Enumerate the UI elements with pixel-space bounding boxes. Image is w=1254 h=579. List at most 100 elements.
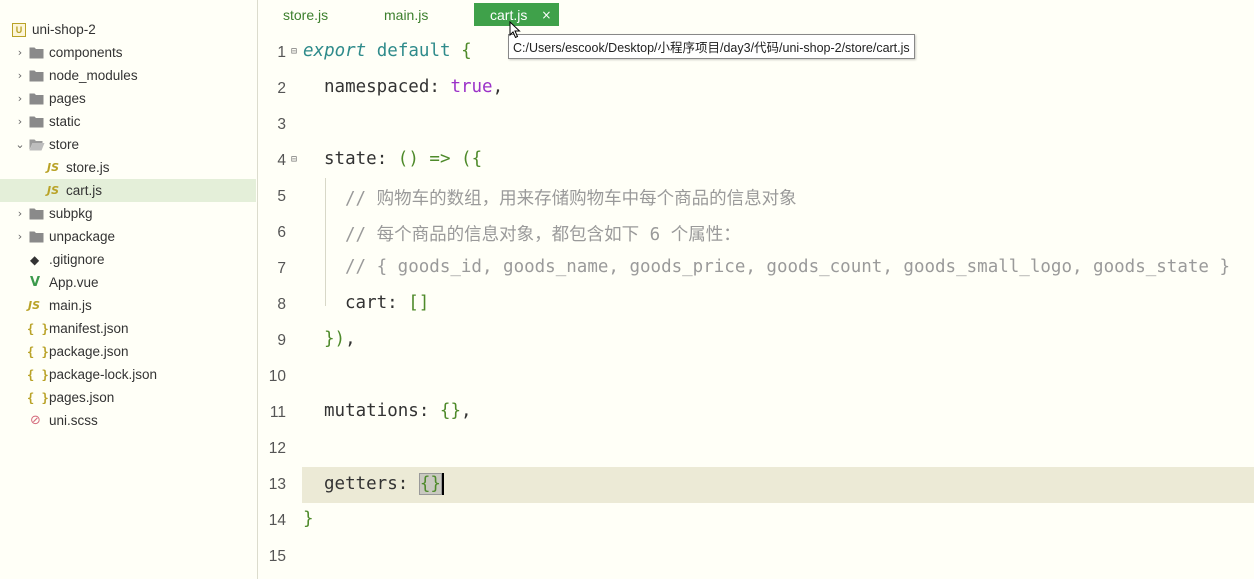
tree-item-package-lock-json[interactable]: { } package-lock.json: [0, 363, 256, 386]
tree-item-package-json[interactable]: { } package.json: [0, 340, 256, 363]
text-caret: [441, 473, 444, 495]
code-line-11: mutations: {},: [324, 401, 472, 421]
folder-open-icon: [29, 137, 45, 153]
close-brace: }): [324, 329, 346, 349]
tree-item-uni-scss[interactable]: ⊘ uni.scss: [0, 409, 256, 432]
line-number: 4: [277, 152, 286, 169]
tree-item-label: subpkg: [49, 206, 93, 221]
tree-item-label: .gitignore: [49, 252, 105, 267]
property: namespaced: [324, 77, 430, 97]
fold-toggle-icon[interactable]: ⊟: [291, 46, 297, 57]
line-number: 9: [277, 332, 286, 349]
fold-toggle-icon[interactable]: ⊟: [291, 154, 297, 165]
folder-icon: [29, 114, 44, 130]
indent-guide: [325, 178, 326, 306]
tree-item-label: node_modules: [49, 68, 138, 83]
tree-item-label: pages.json: [49, 390, 115, 405]
tree-item-subpkg[interactable]: › subpkg: [0, 202, 256, 225]
colon: :: [429, 77, 440, 97]
open-brace: ({: [461, 149, 483, 169]
file-path-tooltip: C:/Users/escook/Desktop/小程序项目/day3/代码/un…: [508, 34, 915, 59]
tree-item-label: unpackage: [49, 229, 116, 244]
tab-label: store.js: [283, 6, 329, 23]
code-line-5: // 购物车的数组，用来存储购物车中每个商品的信息对象: [345, 189, 797, 209]
comma: ,: [461, 401, 472, 421]
line-number: 15: [268, 548, 286, 565]
chevron-right-icon[interactable]: ›: [14, 92, 26, 105]
line-number: 12: [268, 440, 286, 457]
tree-item-label: static: [49, 114, 81, 129]
tree-item-label: main.js: [49, 298, 92, 313]
brace: {: [461, 41, 472, 61]
close-icon[interactable]: ×: [541, 8, 551, 22]
code-line-13: getters: {}: [324, 473, 444, 495]
arrow: =>: [429, 149, 451, 169]
property: state: [324, 149, 377, 169]
project-name: uni-shop-2: [32, 22, 96, 37]
tree-item-manifest-json[interactable]: { } manifest.json: [0, 317, 256, 340]
json-file-icon: { }: [27, 344, 49, 359]
code-line-4: state: () => ({: [324, 149, 482, 169]
tree-item-label: pages: [49, 91, 86, 106]
folder-icon: [29, 91, 44, 107]
tree-item-gitignore[interactable]: ◆ .gitignore: [0, 248, 256, 271]
line-number: 5: [277, 188, 286, 205]
chevron-right-icon[interactable]: ›: [14, 115, 26, 128]
project-root[interactable]: U uni-shop-2: [0, 18, 256, 41]
line-number: 14: [268, 512, 286, 529]
line-number: 13: [268, 476, 286, 493]
line-number: 8: [277, 296, 286, 313]
object-literal: {}: [418, 473, 442, 495]
tree-item-label: package.json: [49, 344, 129, 359]
tree-item-label: App.vue: [49, 275, 99, 290]
line-number: 1: [277, 44, 286, 61]
object-literal: {}: [439, 401, 461, 421]
chevron-down-icon[interactable]: ⌄: [14, 138, 26, 151]
chevron-right-icon[interactable]: ›: [14, 207, 26, 220]
mouse-cursor-icon: [509, 21, 521, 39]
tree-item-label: uni.scss: [49, 413, 98, 428]
array-literal: []: [408, 293, 430, 313]
comma: ,: [345, 329, 356, 349]
code-editor[interactable]: 1 2 3 4 5 6 7 8 9 10 11 12 13 14 15 ⊟ export default {…: [258, 30, 1254, 579]
tree-item-label: store.js: [66, 160, 110, 175]
boolean-value: true: [450, 77, 493, 97]
project-icon: U: [12, 22, 26, 37]
code-line-2: namespaced: true,: [324, 77, 503, 97]
property: getters: [324, 474, 398, 494]
git-file-icon: ◆: [30, 252, 40, 267]
tree-item-store-js[interactable]: JS store.js: [0, 156, 256, 179]
tree-item-unpackage[interactable]: › unpackage: [0, 225, 256, 248]
tree-item-static[interactable]: › static: [0, 110, 256, 133]
code-line-14: }: [303, 509, 314, 529]
scss-file-icon: ⊘: [30, 413, 41, 428]
chevron-right-icon[interactable]: ›: [14, 69, 26, 82]
line-number: 6: [277, 224, 286, 241]
json-file-icon: { }: [27, 390, 49, 405]
code-line-8: cart: []: [345, 293, 429, 313]
code-line-9: }),: [324, 329, 356, 349]
tree-item-components[interactable]: › components: [0, 41, 256, 64]
parens: (): [397, 149, 419, 169]
colon: :: [376, 149, 388, 169]
tree-item-pages-json[interactable]: { } pages.json: [0, 386, 256, 409]
chevron-right-icon[interactable]: ›: [14, 46, 26, 59]
colon: :: [418, 401, 430, 421]
tree-item-pages[interactable]: › pages: [0, 87, 256, 110]
code-line-6: // 每个商品的信息对象，都包含如下 6 个属性：: [345, 225, 741, 245]
tree-item-node-modules[interactable]: › node_modules: [0, 64, 256, 87]
tree-item-cart-js[interactable]: JS cart.js: [0, 179, 256, 202]
tab-store-js[interactable]: store.js: [283, 3, 328, 26]
tree-item-store[interactable]: ⌄ store: [0, 133, 256, 156]
tab-main-js[interactable]: main.js: [384, 3, 428, 26]
tree-item-app-vue[interactable]: V App.vue: [0, 271, 256, 294]
folder-icon: [29, 45, 44, 61]
tree-item-label: components: [49, 45, 123, 60]
line-number: 11: [269, 404, 286, 421]
line-number: 10: [268, 368, 286, 385]
property: cart: [345, 293, 388, 313]
close-brace: }: [303, 509, 314, 529]
colon: :: [387, 293, 398, 313]
tree-item-main-js[interactable]: JS main.js: [0, 294, 256, 317]
chevron-right-icon[interactable]: ›: [14, 230, 26, 243]
